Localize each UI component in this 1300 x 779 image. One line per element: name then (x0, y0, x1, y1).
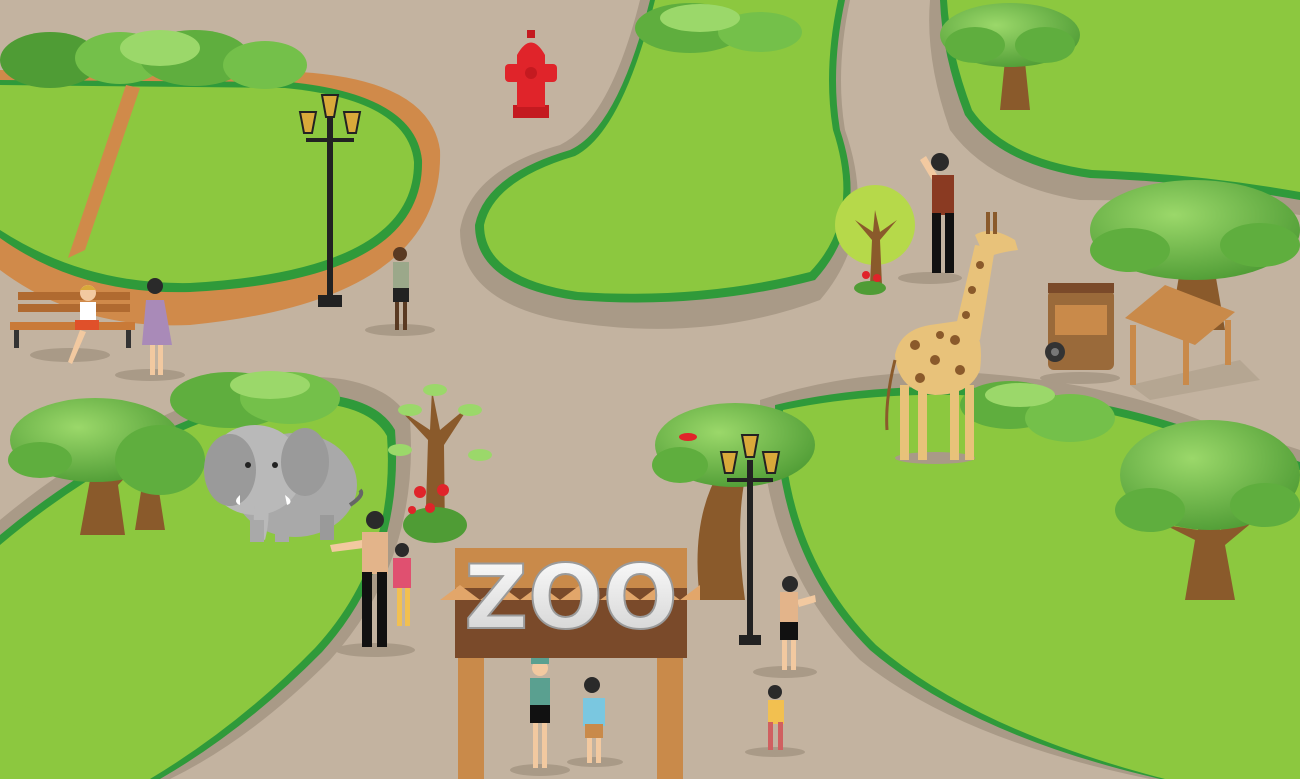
zoo-park-scene: ZOO (0, 0, 1300, 779)
food-cart-icon (1040, 283, 1120, 384)
zoo-sign-text: ZOO (464, 546, 677, 649)
bushes-middle-left (170, 371, 340, 428)
bird-icon (679, 433, 697, 441)
